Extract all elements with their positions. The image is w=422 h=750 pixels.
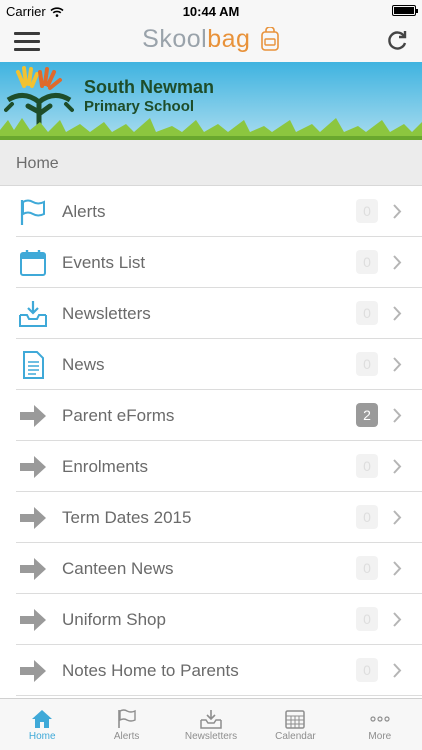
battery-icon (392, 5, 418, 16)
tab-label: Home (28, 731, 56, 742)
tab-bar: Home Alerts Newsletters Calendar More (0, 698, 422, 750)
arrow-right-icon (20, 558, 46, 580)
status-time: 10:44 AM (182, 4, 240, 19)
chevron-right-icon (393, 612, 402, 627)
list-item-notes-home[interactable]: Notes Home to Parents 0 (0, 645, 422, 696)
count-badge: 0 (356, 352, 378, 376)
calendar-icon (20, 250, 46, 276)
list-item-label: Canteen News (62, 559, 174, 578)
section-title: Home (16, 155, 59, 172)
list-item-term-dates[interactable]: Term Dates 2015 0 (0, 492, 422, 543)
list-item-enrolments[interactable]: Enrolments 0 (0, 441, 422, 492)
list-item-canteen-news[interactable]: Canteen News 0 (0, 543, 422, 594)
list-item-newsletters[interactable]: Newsletters 0 (0, 288, 422, 339)
chevron-right-icon (393, 459, 402, 474)
list-item-label: Enrolments (62, 457, 148, 476)
list-item-news[interactable]: News 0 (0, 339, 422, 390)
count-badge: 0 (356, 505, 378, 529)
ellipsis-icon (370, 716, 390, 722)
list-item-parent-eforms[interactable]: Parent eForms 2 (0, 390, 422, 441)
chevron-right-icon (393, 663, 402, 678)
chevron-right-icon (393, 408, 402, 423)
flag-icon (20, 199, 45, 225)
backpack-icon (261, 27, 279, 51)
list-item-label: Parent eForms (62, 406, 175, 425)
list-item-uniform-shop[interactable]: Uniform Shop 0 (0, 594, 422, 645)
tab-label: Calendar (275, 731, 316, 742)
tab-label: More (368, 731, 392, 742)
list-item-label: Uniform Shop (62, 610, 166, 629)
document-icon (23, 351, 44, 379)
refresh-icon[interactable] (384, 28, 410, 54)
inbox-download-icon (19, 301, 47, 327)
inbox-download-icon (200, 710, 222, 729)
list-item-label: Newsletters (62, 304, 151, 323)
school-name-line1: South Newman (84, 77, 215, 97)
chevron-right-icon (393, 204, 402, 219)
app-logo: Skoolbag (0, 25, 422, 54)
brand-text-part1: Skool (142, 25, 208, 53)
top-bar: Skoolbag (0, 22, 422, 62)
chevron-right-icon (393, 357, 402, 372)
count-badge: 0 (356, 199, 378, 223)
list-item-label: Events List (62, 253, 146, 272)
chevron-right-icon (393, 510, 402, 525)
school-banner: South Newman Primary School (0, 62, 422, 140)
arrow-right-icon (20, 660, 46, 682)
arrow-right-icon (20, 507, 46, 529)
tab-label: Newsletters (184, 731, 238, 742)
list-item-events-list[interactable]: Events List 0 (0, 237, 422, 288)
list-item-label: Term Dates 2015 (62, 508, 192, 527)
tab-alerts[interactable]: Alerts (84, 699, 168, 750)
tab-newsletters[interactable]: Newsletters (169, 699, 253, 750)
arrow-right-icon (20, 456, 46, 478)
count-badge: 2 (356, 403, 378, 427)
count-badge: 0 (356, 607, 378, 631)
brand-text-part2: bag (207, 25, 251, 53)
list-item-label: Alerts (62, 202, 106, 221)
status-bar: Carrier 10:44 AM (0, 0, 422, 22)
tab-calendar[interactable]: Calendar (253, 699, 337, 750)
count-badge: 0 (356, 454, 378, 478)
count-badge: 0 (356, 658, 378, 682)
school-name-line2: Primary School (84, 98, 195, 115)
chevron-right-icon (393, 255, 402, 270)
home-icon (32, 710, 53, 728)
tab-more[interactable]: More (338, 699, 422, 750)
list-item-label: Notes Home to Parents (62, 661, 239, 680)
arrow-right-icon (20, 405, 46, 427)
arrow-right-icon (20, 609, 46, 631)
count-badge: 0 (356, 301, 378, 325)
chevron-right-icon (393, 561, 402, 576)
section-header: Home (0, 140, 422, 186)
list-item-alerts[interactable]: Alerts 0 (0, 186, 422, 237)
calendar-icon (285, 710, 306, 729)
count-badge: 0 (356, 250, 378, 274)
home-menu-list: Alerts 0 Events List 0 Newsletters 0 New… (0, 186, 422, 696)
list-item-label: News (62, 355, 105, 374)
grass-decoration (0, 118, 422, 140)
flag-icon (117, 709, 136, 728)
count-badge: 0 (356, 556, 378, 580)
chevron-right-icon (393, 306, 402, 321)
tab-home[interactable]: Home (0, 699, 84, 750)
tab-label: Alerts (113, 731, 140, 742)
